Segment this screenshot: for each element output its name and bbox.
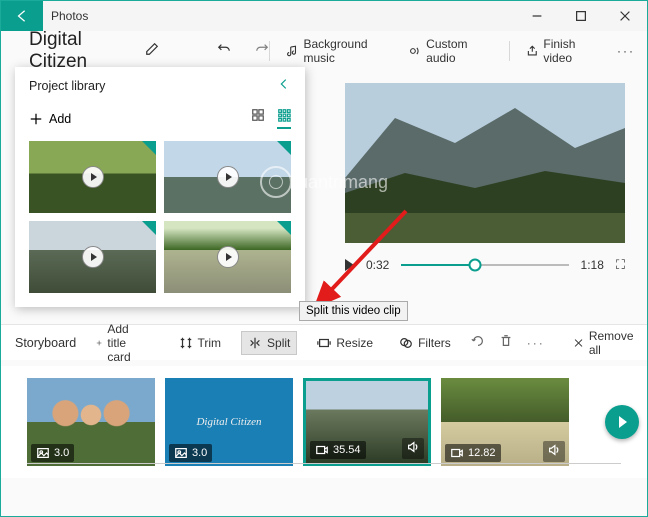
x-icon: [573, 336, 584, 350]
view-small-button[interactable]: [277, 108, 291, 129]
storyboard-title: Storyboard: [15, 336, 76, 350]
preview-player[interactable]: [345, 83, 625, 243]
trim-button[interactable]: Trim: [173, 332, 228, 354]
undo-redo-group: [217, 42, 269, 61]
video-icon: [315, 443, 329, 457]
audio-icon: [409, 44, 422, 58]
collapse-library-button[interactable]: [277, 77, 291, 94]
volume-icon[interactable]: [543, 441, 565, 462]
redo-button[interactable]: [255, 42, 269, 61]
storyboard-clip-2[interactable]: Digital Citizen 3.0: [165, 378, 293, 466]
finish-video-button[interactable]: Finish video: [526, 37, 601, 65]
add-title-card-button[interactable]: Add title card: [90, 318, 144, 368]
delete-button[interactable]: [499, 334, 513, 351]
plus-icon: [96, 336, 102, 350]
fullscreen-button[interactable]: ⛶: [616, 257, 625, 273]
plus-icon: [29, 112, 43, 126]
library-title: Project library: [29, 79, 105, 93]
filters-button[interactable]: Filters: [393, 332, 457, 354]
back-button[interactable]: [1, 1, 43, 31]
minimize-button[interactable]: [515, 1, 559, 31]
export-icon: [526, 44, 539, 58]
title-bar: Photos: [1, 1, 647, 31]
main-toolbar: Digital Citizen Background music Custom …: [1, 31, 647, 71]
current-time: 0:32: [366, 258, 389, 272]
storyboard-clips: 3.0 Digital Citizen 3.0 35.54 12.82: [1, 366, 647, 478]
library-clip-4[interactable]: [164, 221, 291, 293]
view-large-button[interactable]: [251, 108, 265, 129]
background-music-button[interactable]: Background music: [286, 37, 393, 65]
storyboard-clip-3[interactable]: 35.54: [303, 378, 431, 466]
maximize-button[interactable]: [559, 1, 603, 31]
trim-icon: [179, 336, 193, 350]
storyboard-clip-1[interactable]: 3.0: [27, 378, 155, 466]
preview-scene: [345, 83, 625, 243]
split-tooltip: Split this video clip: [299, 301, 408, 321]
more-button[interactable]: ···: [617, 44, 635, 58]
resize-button[interactable]: Resize: [311, 332, 379, 354]
image-icon: [174, 446, 188, 460]
undo-button[interactable]: [217, 42, 231, 61]
arrow-left-icon: [15, 9, 29, 23]
storyboard-toolbar: Storyboard Add title card Trim Split Res…: [1, 324, 647, 360]
rotate-button[interactable]: [471, 334, 485, 351]
add-media-button[interactable]: Add: [29, 112, 71, 126]
project-library-panel: Project library Add: [15, 67, 305, 307]
library-clip-2[interactable]: [164, 141, 291, 213]
image-icon: [36, 446, 50, 460]
split-button[interactable]: Split: [241, 331, 297, 355]
video-icon: [450, 446, 464, 460]
custom-audio-button[interactable]: Custom audio: [409, 37, 493, 65]
storyboard-clip-4[interactable]: 12.82: [441, 378, 569, 466]
total-time: 1:18: [581, 258, 604, 272]
close-button[interactable]: [603, 1, 647, 31]
library-clip-1[interactable]: [29, 141, 156, 213]
library-clip-3[interactable]: [29, 221, 156, 293]
resize-icon: [317, 336, 331, 350]
clip-more-button[interactable]: ···: [527, 336, 545, 350]
filters-icon: [399, 336, 413, 350]
volume-icon[interactable]: [402, 438, 424, 459]
preview-area: 0:32 1:18 ⛶: [345, 83, 625, 273]
seek-slider[interactable]: [401, 264, 568, 266]
next-clip-button[interactable]: [605, 405, 639, 439]
remove-all-button[interactable]: Remove all: [573, 329, 637, 357]
app-title: Photos: [43, 9, 88, 23]
play-button[interactable]: [345, 259, 354, 271]
edit-title-icon[interactable]: [145, 42, 159, 61]
music-icon: [286, 44, 299, 58]
split-icon: [248, 336, 262, 350]
playback-controls: 0:32 1:18 ⛶: [345, 257, 625, 273]
window-controls: [515, 1, 647, 31]
